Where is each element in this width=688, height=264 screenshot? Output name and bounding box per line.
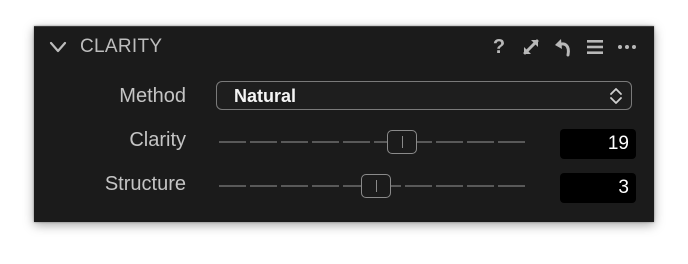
structure-label: Structure [104,173,186,195]
help-icon[interactable]: ? [488,36,510,58]
method-select[interactable]: Natural [216,81,632,110]
structure-value-field[interactable]: 3 [560,173,636,203]
clarity-slider-thumb[interactable] [387,130,418,154]
method-label: Method [119,85,186,107]
panel-header: CLARITY ? [34,27,654,67]
menu-icon[interactable] [584,36,606,58]
structure-slider[interactable] [218,173,528,199]
panel-title: CLARITY [80,36,163,57]
clarity-value-field[interactable]: 19 [560,129,636,159]
help-glyph: ? [492,35,506,58]
clarity-slider-track [219,141,525,143]
method-value: Natural [234,86,297,106]
clarity-panel: CLARITY ? Method Natural Clarity 19 Stru… [34,26,654,222]
structure-slider-thumb[interactable] [361,174,392,198]
undo-icon[interactable] [552,36,574,58]
more-icon[interactable] [616,36,638,58]
expand-icon[interactable] [520,36,542,58]
up-down-chevron-icon [609,86,623,106]
clarity-slider[interactable] [218,129,528,155]
clarity-label: Clarity [129,129,186,151]
header-tools: ? [488,35,638,59]
collapse-chevron-icon[interactable] [48,37,68,57]
